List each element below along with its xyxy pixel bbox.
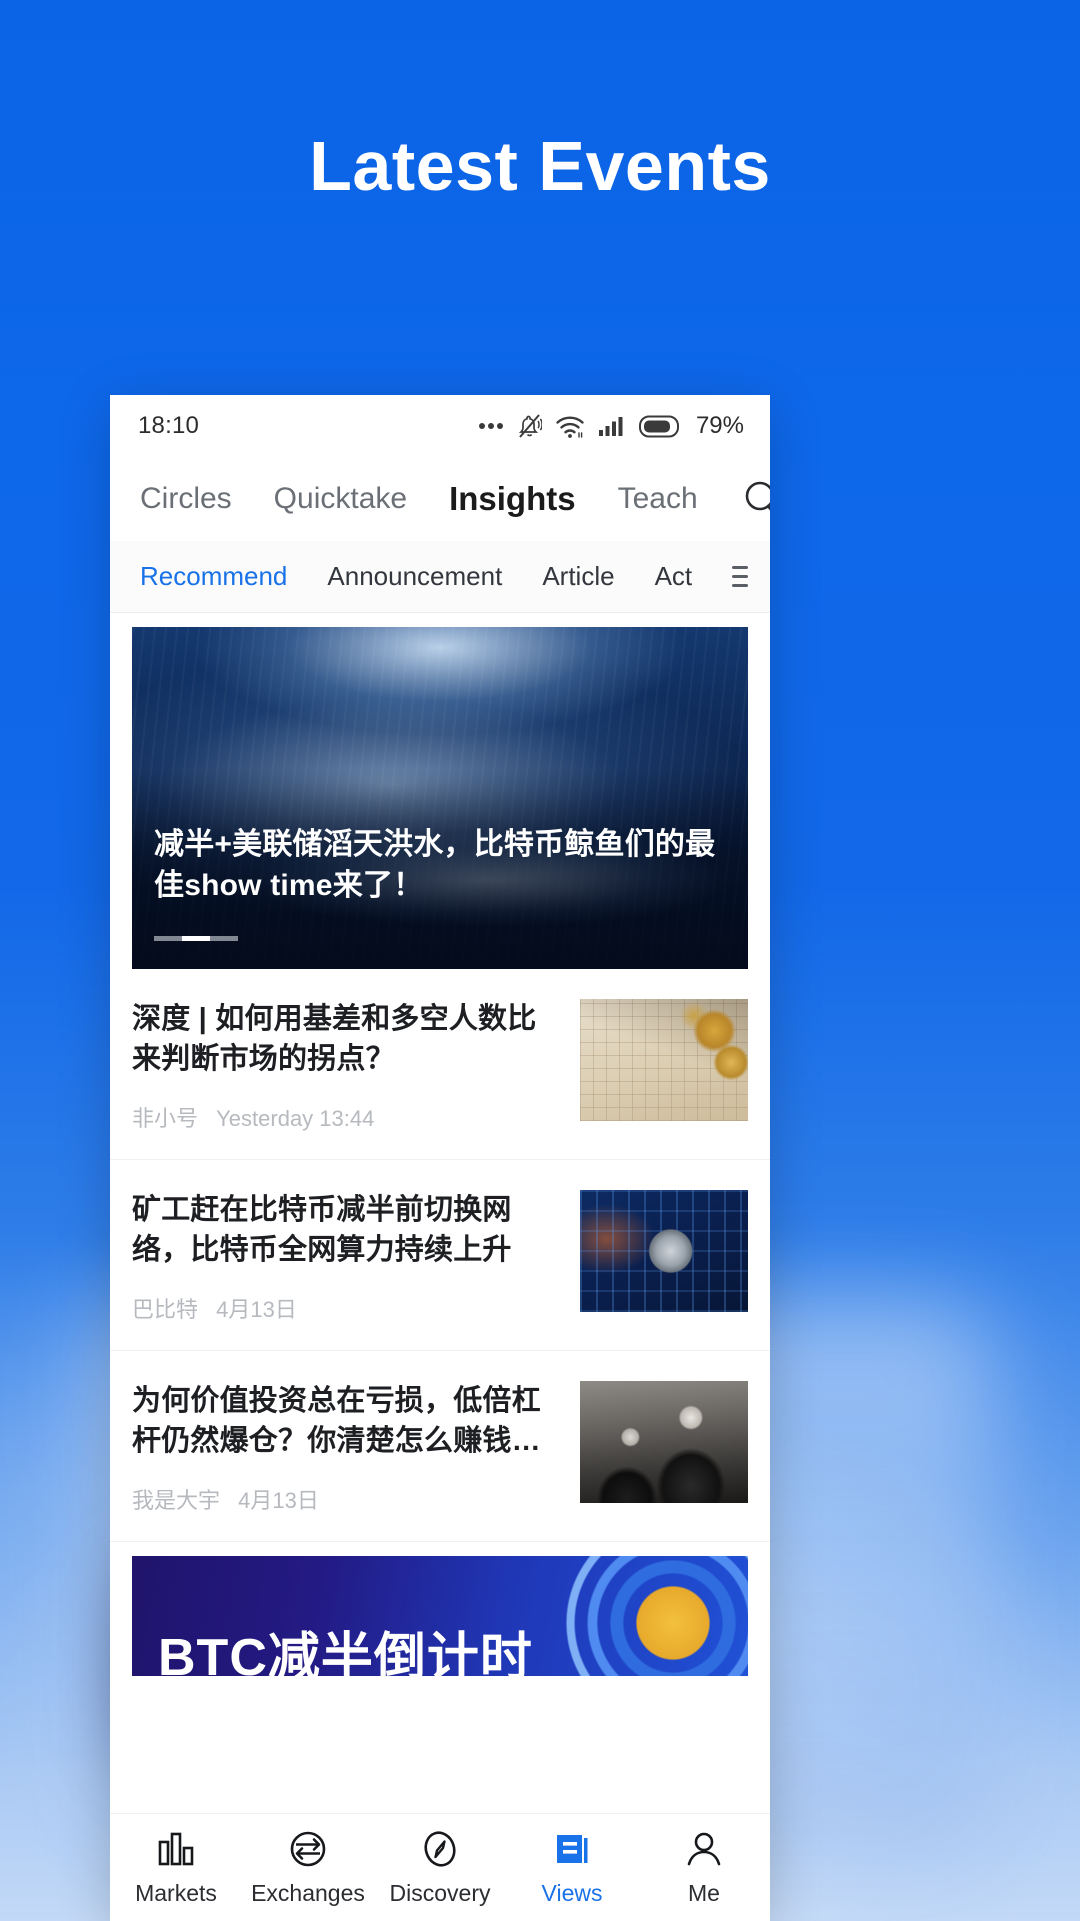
- sub-tab-article[interactable]: Article: [542, 561, 614, 592]
- article-date: Yesterday 13:44: [216, 1106, 375, 1132]
- article-meta: 非小号 Yesterday 13:44: [132, 1101, 558, 1133]
- promo-background: Latest Events 18:10 79% Circles Quicktak…: [0, 0, 1080, 1921]
- status-icons: 79%: [478, 412, 744, 440]
- tab-exchanges[interactable]: Exchanges: [242, 1828, 374, 1907]
- carousel-indicator: [154, 936, 238, 941]
- article-title: 为何价值投资总在亏损，低倍杠杆仍然爆仓？你清楚怎么赚钱…: [132, 1385, 541, 1458]
- promo-banner[interactable]: BTC减半倒计时: [132, 1556, 748, 1677]
- status-time: 18:10: [138, 412, 200, 439]
- bottom-tab-bar: Markets Exchanges Discovery Views Me: [110, 1813, 770, 1921]
- article-source: 我是大宇: [132, 1488, 221, 1514]
- document-lines-icon: [552, 1828, 592, 1870]
- more-dots-icon: [478, 423, 503, 429]
- status-bar: 18:10 79%: [110, 395, 770, 457]
- tab-label: Discovery: [389, 1880, 491, 1906]
- article-source: 巴比特: [132, 1297, 199, 1323]
- article-list-item[interactable]: 为何价值投资总在亏损，低倍杠杆仍然爆仓？你清楚怎么赚钱… 我是大宇 4月13日: [110, 1351, 770, 1543]
- article-title: 深度 | 如何用基差和多空人数比来判断市场的拐点？: [132, 1003, 537, 1076]
- tab-markets[interactable]: Markets: [110, 1828, 242, 1907]
- cellular-signal-icon: [598, 417, 623, 436]
- tab-discovery[interactable]: Discovery: [374, 1828, 506, 1907]
- sub-tabs: Recommend Announcement Article Act: [110, 541, 770, 613]
- hero-title: 减半+美联储滔天洪水，比特币鲸鱼们的最佳show time来了！: [154, 828, 716, 903]
- search-button[interactable]: [740, 477, 770, 521]
- sub-tab-recommend[interactable]: Recommend: [140, 561, 287, 592]
- tab-label: Views: [541, 1880, 603, 1906]
- article-thumbnail: [580, 1381, 748, 1504]
- phone-screen: 18:10 79% Circles Quicktake Insights Tea…: [110, 395, 770, 1921]
- sub-tab-announcement[interactable]: Announcement: [327, 561, 502, 592]
- article-date: 4月13日: [216, 1297, 297, 1323]
- person-icon: [684, 1828, 724, 1870]
- banner-text: BTC减半倒计时: [158, 1629, 533, 1677]
- hamburger-menu-icon[interactable]: [732, 566, 748, 587]
- article-list-item[interactable]: 矿工赶在比特币减半前切换网络，比特币全网算力持续上升 巴比特 4月13日: [110, 1160, 770, 1352]
- article-meta: 巴比特 4月13日: [132, 1292, 558, 1324]
- page-title: Latest Events: [309, 127, 771, 205]
- article-title: 矿工赶在比特币减半前切换网络，比特币全网算力持续上升: [132, 1194, 512, 1267]
- carousel-dot[interactable]: [154, 936, 182, 941]
- battery-percent: 79%: [695, 412, 744, 439]
- article-text: 深度 | 如何用基差和多空人数比来判断市场的拐点？ 非小号 Yesterday …: [132, 999, 580, 1133]
- top-nav-item-quicktake[interactable]: Quicktake: [274, 482, 407, 516]
- top-nav-item-circles[interactable]: Circles: [140, 482, 232, 516]
- tab-label: Me: [688, 1880, 720, 1906]
- battery-icon: [638, 415, 679, 437]
- search-icon: [745, 481, 770, 512]
- article-source: 非小号: [132, 1106, 199, 1132]
- hero-card[interactable]: 减半+美联储滔天洪水，比特币鲸鱼们的最佳show time来了！: [132, 627, 748, 969]
- article-text: 矿工赶在比特币减半前切换网络，比特币全网算力持续上升 巴比特 4月13日: [132, 1190, 580, 1324]
- top-nav-item-teach[interactable]: Teach: [618, 482, 698, 516]
- top-nav-item-insights[interactable]: Insights: [449, 480, 576, 518]
- banner-rings-graphic: [558, 1556, 748, 1677]
- feed: 减半+美联储滔天洪水，比特币鲸鱼们的最佳show time来了！ 深度 | 如何…: [110, 627, 770, 1677]
- wifi-icon: [556, 415, 584, 438]
- compass-icon: [420, 1828, 460, 1870]
- bell-muted-icon: [518, 413, 542, 438]
- carousel-dot[interactable]: [210, 936, 238, 941]
- article-date: 4月13日: [238, 1488, 319, 1514]
- article-thumbnail: [580, 999, 748, 1121]
- article-list-item[interactable]: 深度 | 如何用基差和多空人数比来判断市场的拐点？ 非小号 Yesterday …: [110, 969, 770, 1161]
- sub-tab-act[interactable]: Act: [655, 561, 693, 592]
- article-thumbnail: [580, 1190, 748, 1313]
- tab-views[interactable]: Views: [506, 1828, 638, 1907]
- exchange-arrows-icon: [288, 1828, 328, 1870]
- tab-label: Markets: [135, 1880, 217, 1906]
- article-text: 为何价值投资总在亏损，低倍杠杆仍然爆仓？你清楚怎么赚钱… 我是大宇 4月13日: [132, 1381, 580, 1515]
- tab-me[interactable]: Me: [638, 1828, 770, 1907]
- article-meta: 我是大宇 4月13日: [132, 1483, 558, 1515]
- carousel-dot-active[interactable]: [182, 936, 210, 941]
- tab-label: Exchanges: [251, 1880, 365, 1906]
- top-nav: Circles Quicktake Insights Teach: [110, 457, 770, 541]
- bar-chart-icon: [156, 1828, 196, 1870]
